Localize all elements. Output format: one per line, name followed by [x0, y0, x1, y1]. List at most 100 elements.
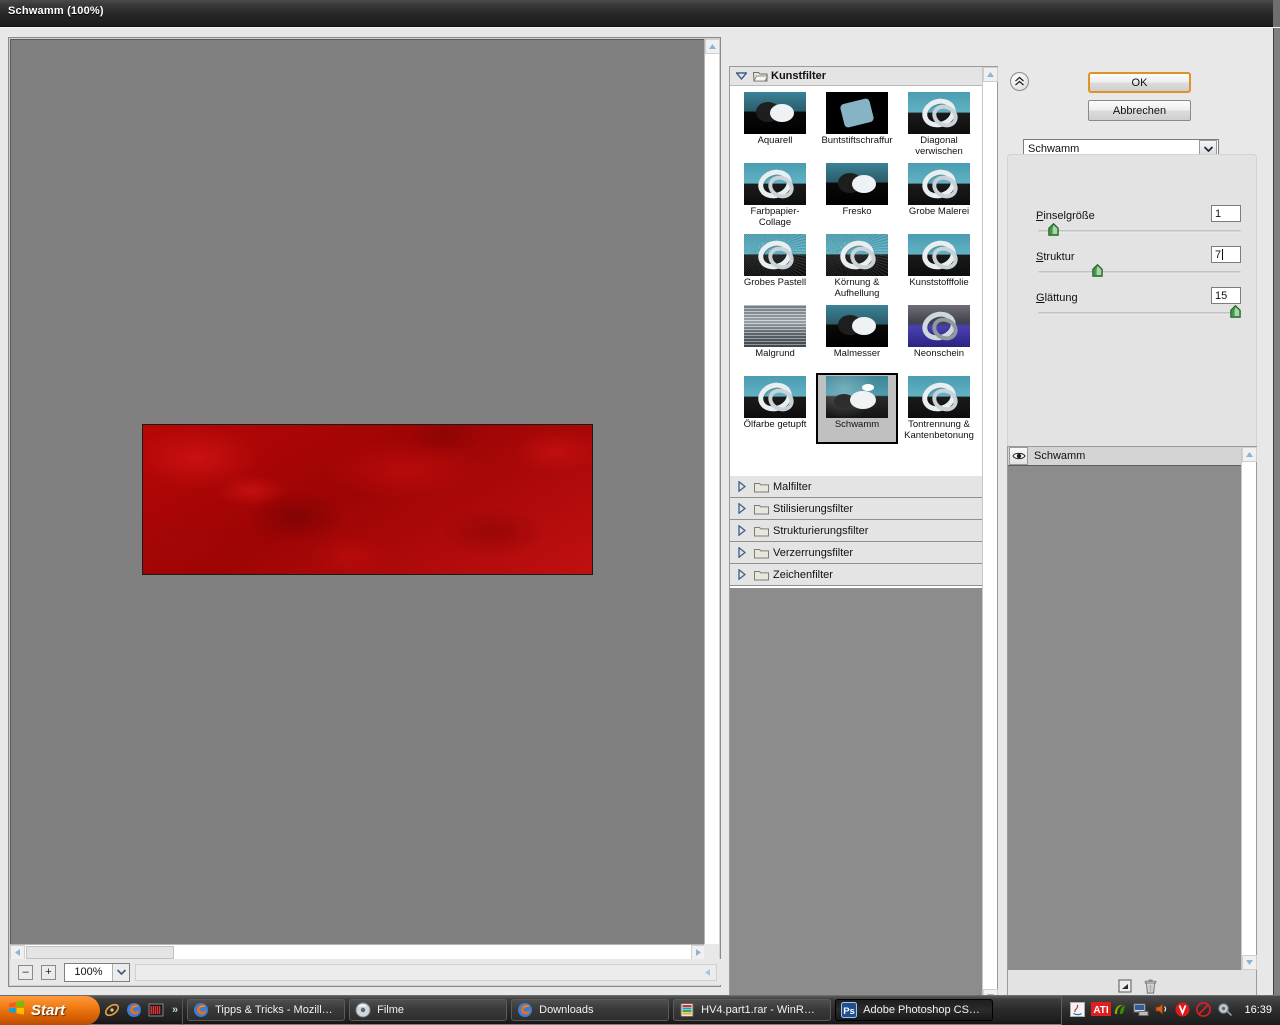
eye-icon[interactable]	[1009, 447, 1028, 465]
preview-vertical-scrollbar[interactable]	[704, 39, 719, 959]
ati-catalyst-icon[interactable]: ATI	[1091, 1002, 1107, 1018]
scroll-up-icon[interactable]	[705, 39, 720, 54]
filter-tile[interactable]: Grobes Pastell	[734, 231, 816, 302]
filter-tile[interactable]: Schwamm	[816, 373, 898, 444]
category-row[interactable]: Stilisierungsfilter	[730, 498, 982, 520]
taskbar-window-button[interactable]: Filme	[349, 999, 507, 1021]
java-icon[interactable]	[1070, 1002, 1086, 1018]
pan-left-icon[interactable]	[701, 966, 714, 979]
category-row[interactable]: Strukturierungsfilter	[730, 520, 982, 542]
parameter-accesskey: G	[1036, 292, 1045, 304]
parameter-slider-track[interactable]	[1038, 271, 1241, 274]
category-header-kunstfilter[interactable]: Kunstfilter	[730, 67, 983, 86]
ok-button[interactable]: OK	[1088, 72, 1191, 93]
chevron-down-icon[interactable]	[112, 964, 129, 981]
triangle-down-icon[interactable]	[736, 72, 747, 80]
thumbnail-shape-2	[852, 175, 876, 193]
effect-layer-label: Schwamm	[1034, 450, 1085, 462]
filter-tile[interactable]: Fresko	[816, 160, 898, 231]
filter-tile-label: Ölfarbe getupft	[735, 420, 815, 431]
filter-tile[interactable]: Farbpapier-Collage	[734, 160, 816, 231]
filter-tile[interactable]: Körnung & Aufhellung	[816, 231, 898, 302]
parameter-value-input[interactable]: 15	[1211, 287, 1241, 304]
trash-icon[interactable]	[1144, 979, 1157, 994]
zoom-level-combobox[interactable]: 100%	[64, 963, 130, 982]
parameter-slider-handle[interactable]	[1048, 223, 1059, 236]
category-row[interactable]: Zeichenfilter	[730, 564, 982, 586]
taskbar-window-button[interactable]: HV4.part1.rar - WinR…	[673, 999, 831, 1021]
scroll-left-icon[interactable]	[10, 945, 25, 960]
sound-device-icon[interactable]	[1217, 1002, 1233, 1018]
parameter-value-input[interactable]: 7	[1211, 246, 1241, 263]
filter-tile[interactable]: Buntstiftschraffur	[816, 89, 898, 160]
taskbar-window-button[interactable]: Downloads	[511, 999, 669, 1021]
quicklaunch-overflow-chevron[interactable]: »	[172, 1004, 178, 1016]
preview-hscroll-thumb[interactable]	[26, 946, 174, 959]
filter-parameters-group: Pinselgröße1Struktur7Glättung15	[1007, 154, 1257, 469]
window-titlebar[interactable]: Schwamm (100%)	[0, 0, 1280, 27]
parameter-slider-track[interactable]	[1038, 312, 1241, 315]
nvidia-icon[interactable]	[1112, 1002, 1128, 1018]
cancel-button[interactable]: Abbrechen	[1088, 100, 1191, 121]
double-chevron-up-icon[interactable]	[1010, 72, 1029, 91]
filter-thumbnail	[826, 163, 888, 205]
network-icon[interactable]	[1133, 1002, 1149, 1018]
filter-tile[interactable]: Neonschein	[898, 302, 980, 373]
firefox-icon[interactable]	[126, 1002, 142, 1018]
preview-pan-trough[interactable]	[135, 964, 717, 981]
folder-closed-icon	[754, 503, 769, 515]
media-player-icon[interactable]	[104, 1002, 120, 1018]
filter-tile-label: Malmesser	[817, 349, 897, 360]
scroll-up-icon[interactable]	[983, 67, 998, 82]
taskbar-window-button[interactable]: Tipps & Tricks - Mozill…	[187, 999, 345, 1021]
category-row-label: Zeichenfilter	[773, 569, 833, 581]
triangle-right-icon[interactable]	[738, 481, 746, 492]
zoom-in-button[interactable]: +	[41, 965, 56, 980]
volume-icon[interactable]	[1154, 1002, 1170, 1018]
filter-tile[interactable]: Tontrennung & Kantenbetonung	[898, 373, 980, 444]
parameter-slider-track[interactable]	[1038, 230, 1241, 233]
effect-layer-row[interactable]: Schwamm	[1008, 447, 1241, 466]
folder-closed-icon	[754, 547, 769, 559]
filter-tile[interactable]: Ölfarbe getupft	[734, 373, 816, 444]
taskbar-window-label: Adobe Photoshop CS…	[863, 1004, 980, 1016]
triangle-right-icon[interactable]	[738, 547, 746, 558]
taskbar-window-label: HV4.part1.rar - WinR…	[701, 1004, 815, 1016]
safely-remove-icon[interactable]	[1196, 1002, 1212, 1018]
winamp-icon[interactable]	[148, 1002, 164, 1018]
preview-horizontal-scrollbar[interactable]	[10, 944, 706, 959]
scroll-down-icon[interactable]	[1242, 955, 1257, 970]
triangle-right-icon[interactable]	[738, 503, 746, 514]
layers-vertical-scrollbar[interactable]	[1241, 447, 1256, 970]
filter-tile[interactable]: Aquarell	[734, 89, 816, 160]
category-header-label: Kunstfilter	[771, 70, 826, 82]
filter-tile[interactable]: Grobe Malerei	[898, 160, 980, 231]
zoom-out-button[interactable]: –	[18, 965, 33, 980]
parameter-slider-handle[interactable]	[1230, 305, 1241, 318]
filter-thumbnail	[908, 376, 970, 418]
category-row[interactable]: Verzerrungsfilter	[730, 542, 982, 564]
filter-tile[interactable]: Malgrund	[734, 302, 816, 373]
effect-layers-list[interactable]	[1008, 466, 1241, 970]
triangle-right-icon[interactable]	[738, 569, 746, 580]
taskbar-window-label: Downloads	[539, 1004, 593, 1016]
image-preview-panel: – + 100%	[8, 37, 721, 987]
taskbar-window-button[interactable]: PsAdobe Photoshop CS…	[835, 999, 993, 1021]
new-effect-layer-icon[interactable]	[1118, 979, 1132, 993]
parameter-value-input[interactable]: 1	[1211, 205, 1241, 222]
filter-name-value: Schwamm	[1028, 143, 1199, 155]
scroll-up-icon[interactable]	[1242, 447, 1257, 462]
avira-icon[interactable]	[1175, 1002, 1191, 1018]
filter-tile[interactable]: Kunststofffolie	[898, 231, 980, 302]
filter-tile-label: Farbpapier-Collage	[735, 207, 815, 228]
filter-tile[interactable]: Malmesser	[816, 302, 898, 373]
gallery-vertical-scrollbar[interactable]	[982, 67, 997, 1004]
filter-thumbnail	[908, 163, 970, 205]
start-button[interactable]: Start	[0, 996, 100, 1025]
filter-tile[interactable]: Diagonal verwischen	[898, 89, 980, 160]
preview-canvas[interactable]	[10, 39, 706, 959]
category-row[interactable]: Malfilter	[730, 476, 982, 498]
parameter-slider-handle[interactable]	[1092, 264, 1103, 277]
filter-thumbnail	[744, 163, 806, 205]
triangle-right-icon[interactable]	[738, 525, 746, 536]
